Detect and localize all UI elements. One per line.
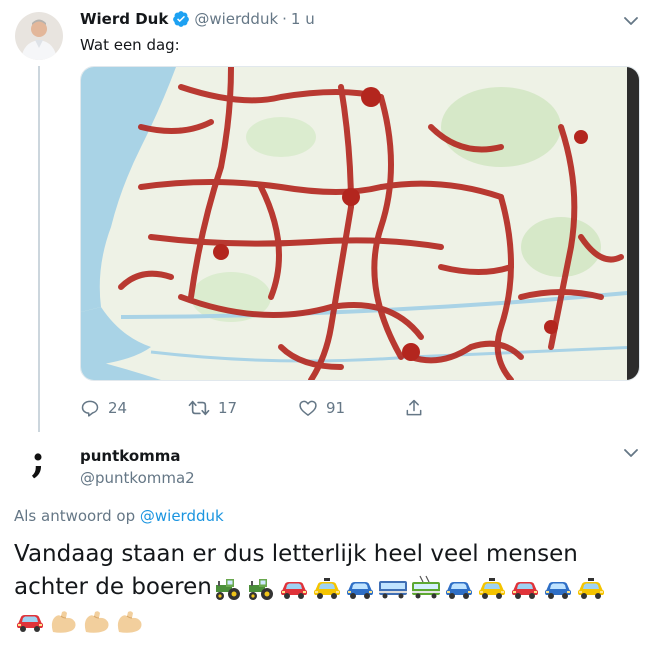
retweet-action[interactable]: 17 [188, 396, 237, 420]
dot-separator: · [282, 10, 287, 28]
blue-car-emoji-icon [344, 575, 376, 601]
reply-text-line2: achter de boeren [14, 574, 212, 600]
red-car-emoji-icon [14, 608, 46, 634]
author-name[interactable]: Wierd Duk [80, 10, 168, 28]
retweet-count: 17 [218, 399, 238, 417]
retweet-icon [188, 400, 210, 416]
reply-action[interactable]: 24 [80, 396, 127, 420]
reply-icon [81, 400, 99, 417]
reply-prefix: Als antwoord op [14, 507, 136, 525]
like-action[interactable]: 91 [298, 396, 345, 420]
taxi-emoji-icon [311, 575, 343, 601]
tweet-header: Wierd Duk @wierdduk · 1 u [80, 10, 315, 28]
reply-to-link[interactable]: @wierdduk [140, 507, 224, 525]
taxi-emoji-icon [476, 575, 508, 601]
reply-author-avatar[interactable]: ; [14, 440, 62, 488]
like-count: 91 [326, 399, 346, 417]
bus-emoji-icon [377, 575, 409, 601]
red-car-emoji-icon [278, 575, 310, 601]
author-avatar[interactable] [15, 12, 63, 60]
tweet-text: Wat een dag: [80, 36, 180, 54]
share-action[interactable] [404, 396, 424, 420]
flexed-biceps-emoji-icon [113, 608, 145, 634]
reply-text: Vandaag staan er dus letterlijk heel vee… [14, 538, 640, 637]
share-icon [406, 399, 422, 416]
trolleybus-emoji-icon [410, 575, 442, 601]
tractor-emoji-icon [212, 575, 244, 601]
avatar-glyph: ; [30, 440, 46, 481]
traffic-map-image[interactable] [80, 66, 640, 381]
reply-context: Als antwoord op @wierdduk [14, 507, 224, 525]
flexed-biceps-emoji-icon [80, 608, 112, 634]
tractor-emoji-icon [245, 575, 277, 601]
thread-connector-line [38, 66, 40, 432]
reply-text-line1: Vandaag staan er dus letterlijk heel vee… [14, 541, 578, 567]
taxi-emoji-icon [575, 575, 607, 601]
reply-author-name[interactable]: puntkomma [80, 447, 181, 465]
reply-count: 24 [108, 399, 128, 417]
blue-car-emoji-icon [542, 575, 574, 601]
heart-icon [299, 400, 317, 416]
flexed-biceps-emoji-icon [47, 608, 79, 634]
author-handle[interactable]: @wierdduk [194, 10, 278, 28]
tweet-timestamp[interactable]: 1 u [291, 10, 315, 28]
blue-car-emoji-icon [443, 575, 475, 601]
red-car-emoji-icon [509, 575, 541, 601]
verified-badge-icon [172, 10, 190, 28]
reply-chevron-down-icon[interactable] [622, 444, 640, 462]
chevron-down-icon[interactable] [622, 12, 640, 30]
emoji-row [212, 575, 607, 601]
reply-author-handle[interactable]: @puntkomma2 [80, 469, 195, 487]
emoji-row-2 [14, 608, 145, 634]
